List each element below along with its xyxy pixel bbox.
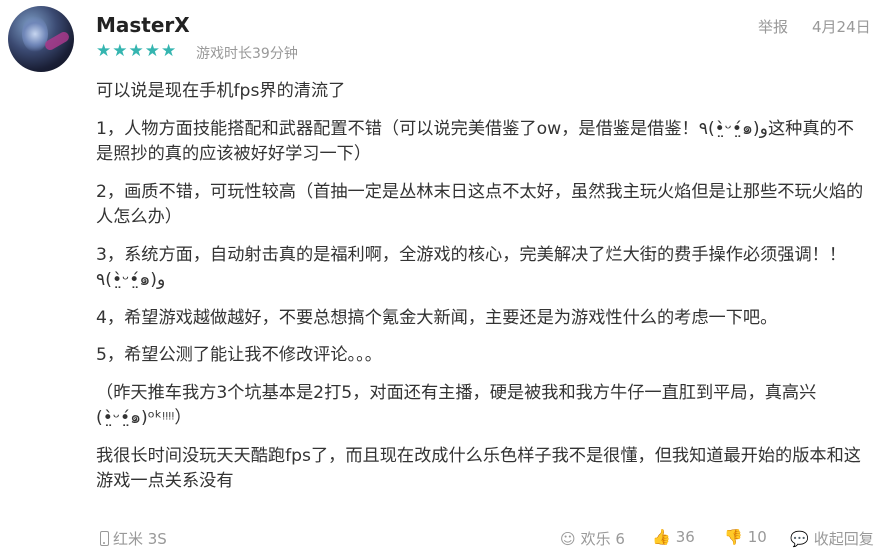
rating-stars: ★ ★ ★ ★ ★ xyxy=(96,41,176,61)
star-icon: ★ xyxy=(96,41,112,61)
review-paragraph: （昨天推车我方3个坑基本是2打5，对面还有主播，硬是被我和我方牛仔一直肛到平局，… xyxy=(96,382,817,429)
dislike-count: 10 xyxy=(747,528,767,546)
review-paragraph: 5，希望公测了能让我不修改评论。。。 xyxy=(96,345,382,365)
report-link[interactable]: 举报 xyxy=(758,16,788,37)
thumbs-down-icon: 👎 xyxy=(724,528,743,546)
avatar-art xyxy=(22,16,48,52)
happy-button[interactable]: ☺ 欢乐 6 xyxy=(560,528,625,549)
dislike-button[interactable]: 👎 10 xyxy=(724,528,767,546)
device-label: 红米 3S xyxy=(113,530,167,548)
star-icon: ★ xyxy=(112,41,128,61)
phone-icon xyxy=(100,531,109,546)
collapse-replies-button[interactable]: 💬 收起回复 xyxy=(790,528,874,549)
review-date: 4月24日 xyxy=(812,18,871,36)
star-icon: ★ xyxy=(144,41,160,61)
star-icon: ★ xyxy=(161,41,177,61)
like-button[interactable]: 👍 36 xyxy=(652,528,695,546)
smile-icon: ☺ xyxy=(560,529,576,548)
review-paragraph: 4，希望游戏越做越好，不要总想搞个氪金大新闻，主要还是为游戏性什么的考虑一下吧。 xyxy=(96,307,778,328)
review-paragraph: 我很长时间没玩天天酷跑fps了，而且现在改成什么乐色样子我不是很懂，但我知道最开… xyxy=(96,445,861,492)
thumbs-up-icon: 👍 xyxy=(652,528,671,546)
review-footer: 红米 3S ☺ 欢乐 6 👍 36 👎 10 💬 收起回复 xyxy=(96,528,880,552)
device-info: 红米 3S xyxy=(100,528,167,549)
username[interactable]: MasterX xyxy=(96,13,190,37)
like-count: 36 xyxy=(675,528,695,546)
review-paragraph: 2，画质不错，可玩性较高（首抽一定是丛林末日这点不太好，虽然我主玩火焰但是让那些… xyxy=(96,181,864,228)
review-body: 可以说是现在手机fps界的清流了 1，人物方面技能搭配和武器配置不错（可以说完美… xyxy=(96,79,871,507)
review-paragraph: 可以说是现在手机fps界的清流了 xyxy=(96,81,346,101)
avatar[interactable] xyxy=(8,6,74,72)
star-icon: ★ xyxy=(128,41,144,61)
review-paragraph: 1，人物方面技能搭配和武器配置不错（可以说完美借鉴了ow，是借鉴是借鉴！٩(•̤… xyxy=(96,118,854,165)
comment-icon: 💬 xyxy=(790,529,809,548)
happy-label: 欢乐 6 xyxy=(580,530,625,548)
playtime: 游戏时长39分钟 xyxy=(196,46,298,62)
review-paragraph: 3，系统方面，自动射击真的是福利啊，全游戏的核心，完美解决了烂大街的费手操作必须… xyxy=(96,244,847,291)
collapse-label: 收起回复 xyxy=(813,530,874,548)
